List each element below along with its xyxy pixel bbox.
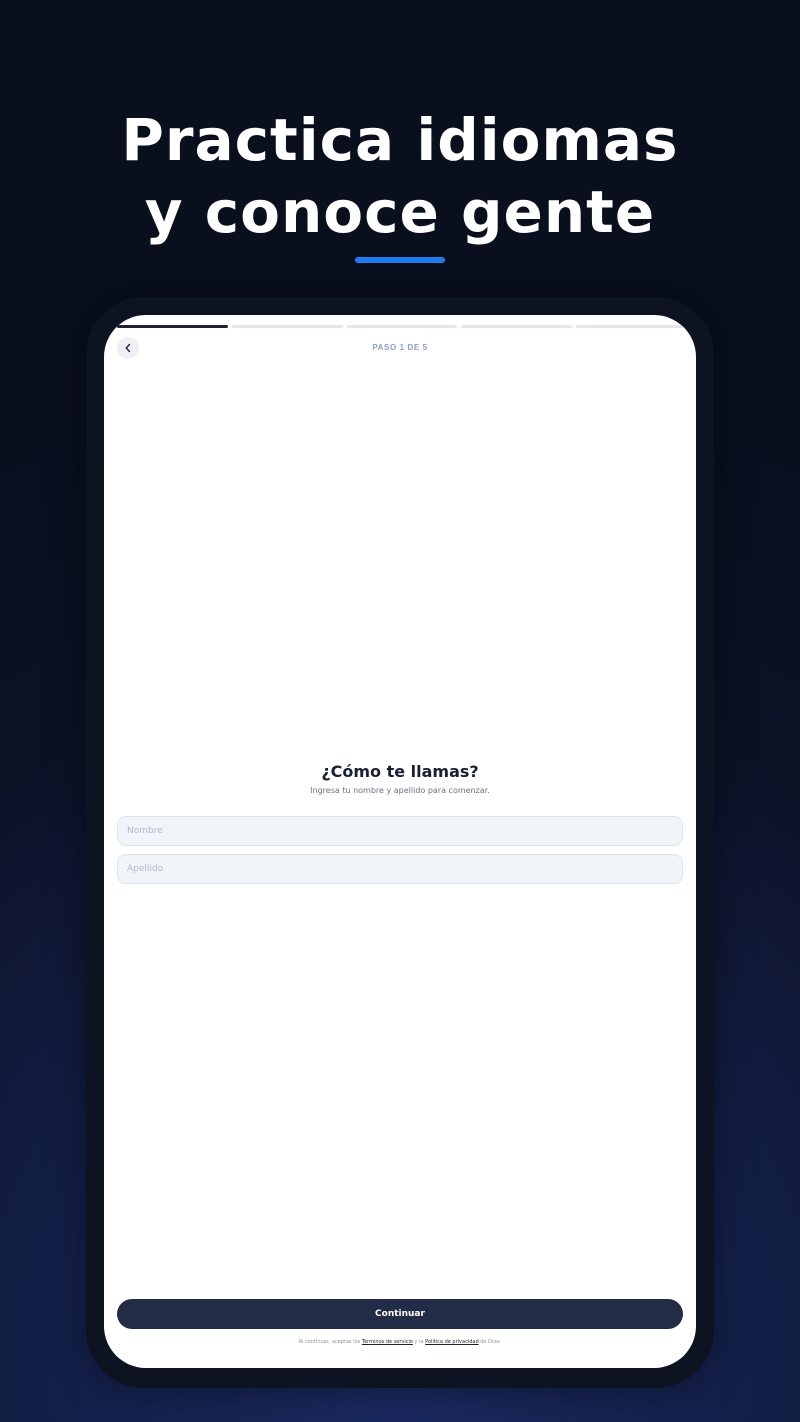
last-name-input[interactable] (117, 854, 683, 884)
legal-prefix: Al continuar, aceptas los (298, 1339, 361, 1345)
legal-notice: Al continuar, aceptas los Términos de se… (104, 1339, 696, 1345)
privacy-policy-link[interactable]: Política de privacidad (425, 1339, 478, 1345)
progress-segment-5 (576, 325, 687, 328)
hero-underline-accent (355, 257, 445, 263)
terms-of-service-link[interactable]: Términos de servicio (362, 1339, 413, 1345)
hero-title-line-1: Practica idiomas (121, 106, 679, 174)
first-name-input[interactable] (117, 816, 683, 846)
step-indicator: PASO 1 DE 5 (372, 343, 428, 352)
app-screen: PASO 1 DE 5 ¿Cómo te llamas? Ingresa tu … (104, 315, 696, 1368)
legal-suffix: de Drex. (480, 1339, 502, 1345)
progress-segment-1 (117, 325, 228, 328)
legal-and: y la (414, 1339, 424, 1345)
progress-segment-4 (461, 325, 573, 328)
hero-title-line-2: y conoce gente (144, 178, 656, 246)
continue-button[interactable]: Continuar (117, 1299, 683, 1329)
progress-segment-3 (346, 325, 458, 328)
progress-segment-2 (231, 325, 343, 328)
step-progress-bar (117, 325, 687, 328)
page-title: ¿Cómo te llamas? (321, 762, 479, 781)
hero-title: Practica idiomas y conoce gente (0, 104, 800, 248)
page-subtitle: Ingresa tu nombre y apellido para comenz… (310, 786, 490, 795)
